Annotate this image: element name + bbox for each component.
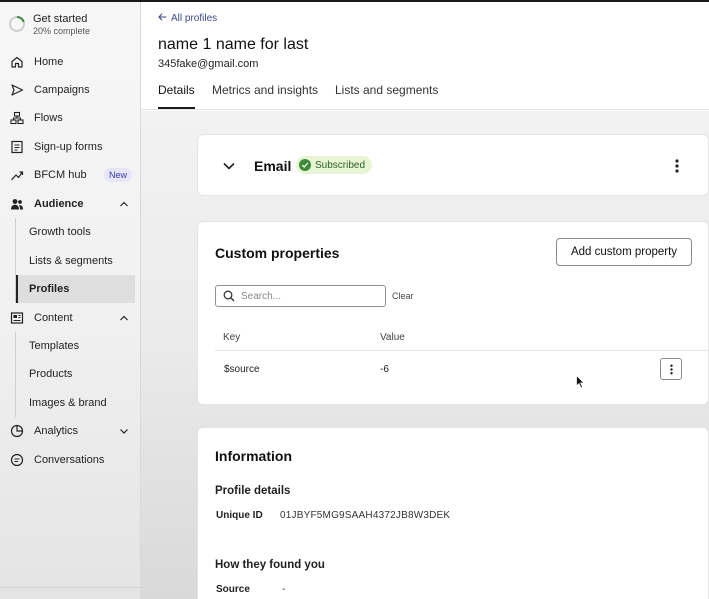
chevron-up-icon bbox=[120, 315, 128, 321]
chevron-down-icon bbox=[120, 429, 128, 434]
how-they-found-you-heading: How they found you bbox=[215, 559, 325, 571]
people-icon bbox=[9, 197, 24, 212]
new-badge: New bbox=[104, 168, 133, 182]
sidebar-subitem-label: Growth tools bbox=[29, 226, 91, 238]
property-search-field[interactable] bbox=[215, 285, 386, 307]
sidebar-item-growth-tools[interactable]: Growth tools bbox=[16, 218, 135, 246]
sidebar-item-sign-up-forms[interactable]: Sign-up forms bbox=[4, 133, 135, 161]
more-vertical-icon bbox=[669, 364, 673, 374]
profile-header: All profiles name 1 name for last 345fak… bbox=[141, 2, 709, 110]
sidebar-item-label: Audience bbox=[34, 198, 84, 210]
content-icon bbox=[9, 311, 24, 326]
column-header-value: Value bbox=[380, 332, 405, 343]
table-divider bbox=[215, 350, 709, 351]
chevron-up-icon bbox=[120, 201, 128, 207]
progress-ring-icon bbox=[9, 16, 25, 32]
home-icon bbox=[9, 55, 24, 70]
sidebar-item-audience[interactable]: Audience bbox=[4, 190, 135, 218]
analytics-icon bbox=[9, 424, 24, 439]
sidebar-item-conversations[interactable]: Conversations bbox=[4, 446, 135, 474]
main-content: Email Subscribed Custom properties Add c… bbox=[141, 111, 709, 599]
information-title: Information bbox=[215, 448, 292, 464]
sidebar-item-label: BFCM hub bbox=[34, 169, 87, 181]
sidebar-item-templates[interactable]: Templates bbox=[16, 332, 135, 360]
chevron-down-icon[interactable] bbox=[222, 159, 236, 173]
tab-details[interactable]: Details bbox=[158, 83, 195, 109]
email-card-title: Email bbox=[254, 158, 292, 174]
sidebar-item-products[interactable]: Products bbox=[16, 360, 135, 388]
sidebar-subitem-label: Lists & segments bbox=[29, 255, 113, 267]
arrow-left-icon bbox=[158, 13, 167, 24]
sidebar-subitem-label: Products bbox=[29, 368, 73, 380]
all-profiles-link[interactable]: All profiles bbox=[158, 13, 217, 24]
sidebar-item-profiles[interactable]: Profiles bbox=[16, 275, 135, 303]
sidebar-item-label: Content bbox=[34, 312, 73, 324]
sidebar-item-label: Flows bbox=[34, 112, 63, 124]
sidebar: Get started 20% complete Home Campaigns … bbox=[0, 2, 141, 599]
source-value: - bbox=[282, 584, 286, 595]
subscribed-status: Subscribed bbox=[315, 159, 366, 171]
sidebar-item-label: Sign-up forms bbox=[34, 141, 103, 153]
custom-properties-card: Custom properties Add custom property Cl… bbox=[197, 221, 709, 405]
property-key: $source bbox=[224, 364, 260, 375]
flow-icon bbox=[9, 111, 24, 126]
subscribed-badge: Subscribed bbox=[296, 156, 373, 174]
email-channel-card: Email Subscribed bbox=[197, 134, 709, 196]
search-icon bbox=[223, 290, 235, 302]
profile-name: name 1 name for last bbox=[158, 36, 309, 53]
sidebar-item-flows[interactable]: Flows bbox=[4, 104, 135, 132]
form-icon bbox=[9, 140, 24, 155]
sidebar-subitem-label: Profiles bbox=[29, 283, 70, 295]
search-input[interactable] bbox=[241, 288, 381, 304]
get-started-progress-text: 20% complete bbox=[33, 26, 91, 36]
sidebar-item-lists-segments[interactable]: Lists & segments bbox=[16, 247, 135, 275]
sidebar-item-bfcm-hub[interactable]: BFCM hub New bbox=[4, 161, 135, 189]
mouse-cursor-icon bbox=[576, 375, 585, 389]
sidebar-subitem-label: Templates bbox=[29, 340, 80, 352]
sidebar-item-label: Home bbox=[34, 56, 64, 68]
sidebar-item-analytics[interactable]: Analytics bbox=[4, 417, 135, 445]
property-row-options-button[interactable] bbox=[660, 358, 682, 380]
get-started-title: Get started bbox=[33, 13, 88, 25]
sidebar-item-campaigns[interactable]: Campaigns bbox=[4, 76, 135, 104]
property-value: -6 bbox=[380, 364, 389, 375]
custom-properties-title: Custom properties bbox=[215, 245, 340, 261]
source-label: Source bbox=[216, 584, 250, 595]
information-card: Information Profile details Unique ID 01… bbox=[197, 427, 709, 599]
tab-metrics-and-insights[interactable]: Metrics and insights bbox=[212, 83, 318, 109]
sidebar-item-home[interactable]: Home bbox=[4, 48, 135, 76]
unique-id-value: 01JBYF5MG9SAAH4372JB8W3DEK bbox=[280, 510, 451, 521]
sidebar-item-label: Conversations bbox=[34, 454, 105, 466]
sidebar-divider bbox=[0, 587, 141, 588]
column-header-key: Key bbox=[223, 332, 241, 343]
add-custom-property-button[interactable]: Add custom property bbox=[556, 238, 692, 266]
profile-email: 345fake@gmail.com bbox=[158, 58, 259, 70]
back-link-label: All profiles bbox=[171, 13, 218, 24]
more-vertical-icon bbox=[675, 159, 679, 173]
sidebar-item-images-brand[interactable]: Images & brand bbox=[16, 389, 135, 417]
check-circle-icon bbox=[299, 159, 311, 171]
sidebar-item-label: Campaigns bbox=[34, 84, 90, 96]
email-more-options-button[interactable] bbox=[667, 156, 687, 176]
sidebar-subitem-label: Images & brand bbox=[29, 397, 107, 409]
chat-icon bbox=[9, 453, 24, 468]
profile-details-heading: Profile details bbox=[215, 485, 291, 497]
unique-id-label: Unique ID bbox=[216, 510, 263, 521]
sidebar-item-content[interactable]: Content bbox=[4, 304, 135, 332]
sidebar-item-label: Analytics bbox=[34, 425, 79, 437]
clear-search-button[interactable]: Clear bbox=[392, 291, 414, 301]
tab-lists-and-segments[interactable]: Lists and segments bbox=[335, 83, 438, 109]
get-started-progress[interactable]: Get started 20% complete bbox=[8, 12, 138, 38]
send-icon bbox=[9, 83, 24, 98]
trend-icon bbox=[9, 168, 24, 183]
